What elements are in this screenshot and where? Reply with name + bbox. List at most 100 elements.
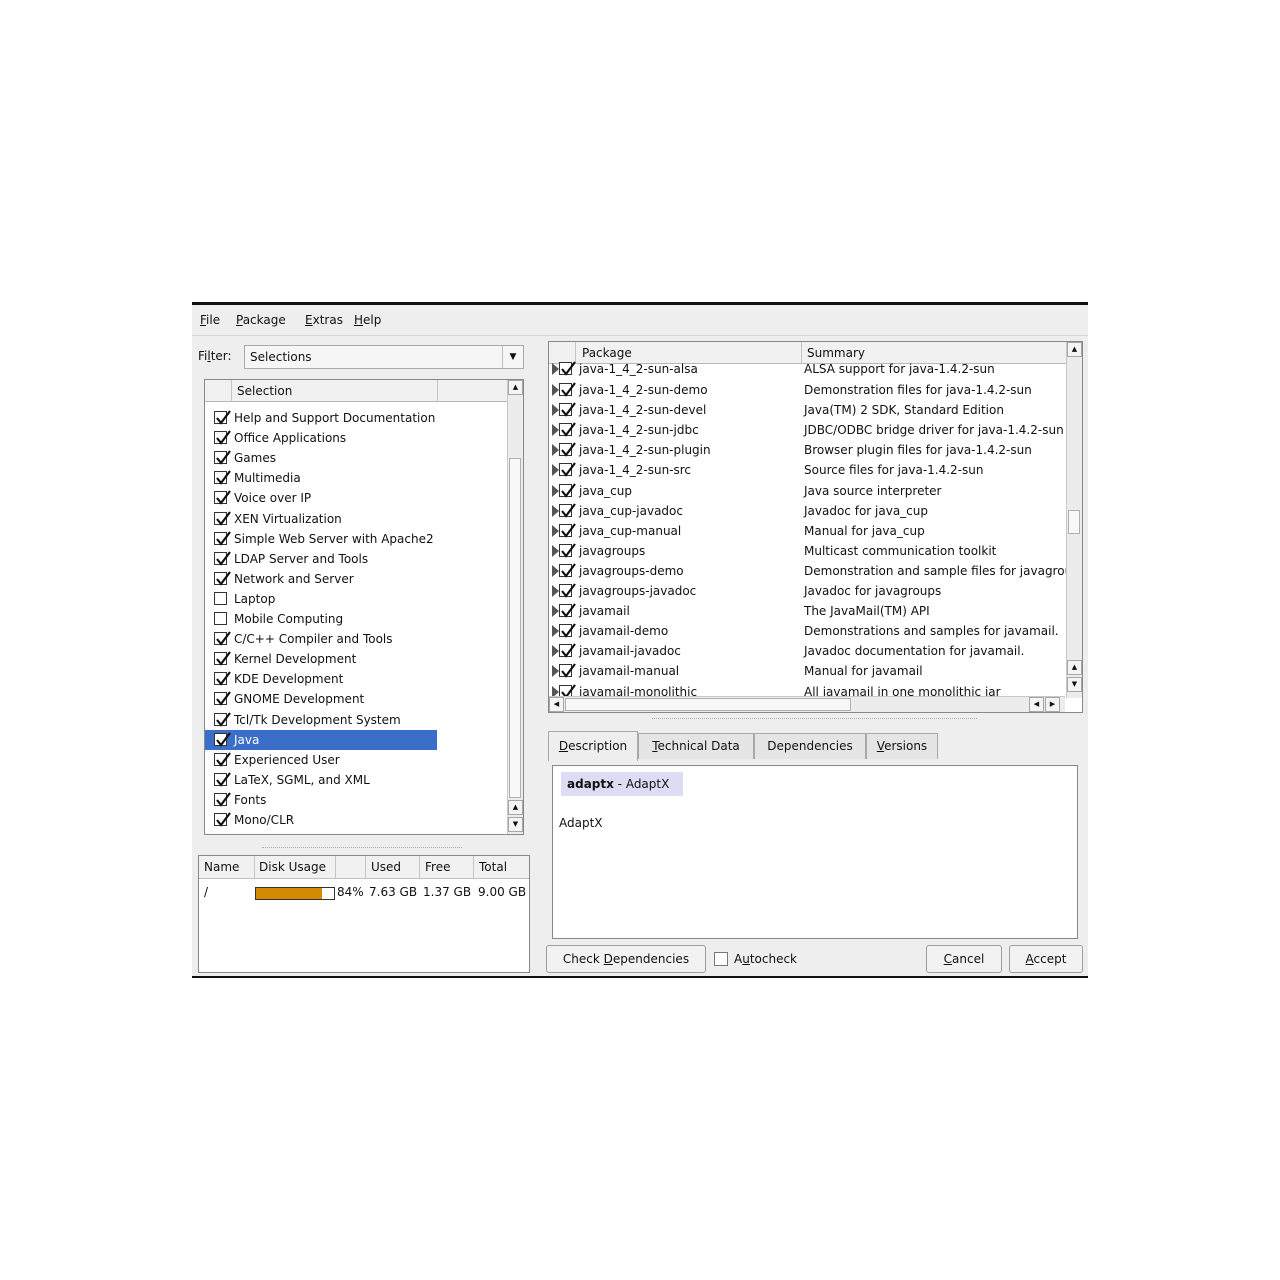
- scroll-left-icon[interactable]: ◀: [1029, 697, 1044, 712]
- selection-item[interactable]: Help and Support Documentation: [205, 408, 505, 428]
- selection-item[interactable]: Office Applications: [205, 428, 505, 448]
- selection-item[interactable]: Java: [205, 729, 505, 750]
- menu-file[interactable]: File: [200, 313, 220, 327]
- splitter-handle[interactable]: [652, 718, 977, 719]
- checkbox[interactable]: [214, 792, 231, 807]
- selection-item[interactable]: Laptop: [205, 589, 505, 609]
- package-row[interactable]: javagroups-demo Demonstration and sample …: [549, 561, 1072, 581]
- hscroll-thumb[interactable]: [565, 698, 851, 711]
- package-row[interactable]: java-1_4_2-sun-src Source files for java-…: [549, 460, 1065, 480]
- check-dependencies-button[interactable]: Check Dependencies: [546, 945, 706, 973]
- checkbox[interactable]: [214, 450, 231, 465]
- checkbox[interactable]: [214, 510, 231, 526]
- tab-technical-data[interactable]: Technical Data: [638, 733, 754, 759]
- checkbox[interactable]: [559, 402, 576, 417]
- checkbox[interactable]: [214, 571, 231, 586]
- checkbox[interactable]: [559, 663, 576, 679]
- checkbox[interactable]: [559, 543, 576, 558]
- checkbox[interactable]: [559, 563, 576, 578]
- scroll-down-icon[interactable]: ▼: [508, 817, 523, 832]
- checkbox[interactable]: [559, 462, 576, 478]
- selection-item[interactable]: Kernel Development: [205, 649, 505, 669]
- col-disk-usage[interactable]: Disk Usage: [259, 860, 326, 874]
- selection-item[interactable]: LaTeX, SGML, and XML: [205, 770, 505, 790]
- checkbox[interactable]: [559, 623, 576, 638]
- menu-package[interactable]: Package: [236, 313, 286, 327]
- checkbox[interactable]: [559, 361, 576, 376]
- package-row[interactable]: javamail-javadoc Javadoc documentation fo…: [549, 641, 1065, 661]
- selection-item[interactable]: GNOME Development: [205, 689, 505, 709]
- col-total[interactable]: Total: [479, 860, 507, 874]
- selection-item[interactable]: C/C++ Compiler and Tools: [205, 629, 505, 649]
- scrollbar-thumb[interactable]: [509, 458, 521, 798]
- checkbox[interactable]: [214, 691, 231, 707]
- col-summary[interactable]: Summary: [807, 346, 865, 360]
- checkbox[interactable]: [559, 442, 576, 458]
- selection-item[interactable]: Games: [205, 448, 505, 468]
- checkbox[interactable]: [214, 490, 231, 506]
- tab-dependencies[interactable]: Dependencies: [754, 733, 866, 759]
- selection-item[interactable]: Fonts: [205, 790, 505, 810]
- selection-item[interactable]: Voice over IP: [205, 488, 505, 508]
- package-row[interactable]: java_cup-manual Manual for java_cup: [549, 521, 1065, 541]
- checkbox[interactable]: [214, 591, 227, 605]
- checkbox[interactable]: [559, 603, 576, 618]
- splitter-handle[interactable]: [262, 847, 462, 848]
- package-row[interactable]: java-1_4_2-sun-alsa ALSA support for java…: [549, 359, 1065, 379]
- autocheck-checkbox[interactable]: [714, 952, 728, 966]
- package-row[interactable]: javagroups-javadoc Javadoc for javagroups: [549, 581, 1065, 601]
- checkbox[interactable]: [559, 502, 576, 518]
- cancel-button[interactable]: Cancel: [926, 945, 1002, 973]
- selection-scrollbar[interactable]: ▲ ▲ ▼: [507, 380, 523, 834]
- selection-item[interactable]: KDE Development: [205, 669, 505, 689]
- scroll-up-icon[interactable]: ▲: [1067, 342, 1082, 357]
- checkbox[interactable]: [559, 482, 576, 498]
- package-row[interactable]: java-1_4_2-sun-jdbc JDBC/ODBC bridge driv…: [549, 420, 1065, 440]
- package-row[interactable]: javamail-manual Manual for javamail: [549, 661, 1065, 681]
- selection-item[interactable]: Multimedia: [205, 468, 505, 488]
- package-row[interactable]: java-1_4_2-sun-devel Java(TM) 2 SDK, Stan…: [549, 400, 1065, 420]
- checkbox[interactable]: [214, 772, 231, 787]
- checkbox[interactable]: [559, 382, 576, 397]
- tab-versions[interactable]: Versions: [866, 733, 938, 759]
- package-row[interactable]: javagroups Multicast communication toolki…: [549, 541, 1065, 561]
- chevron-down-icon[interactable]: ▼: [502, 346, 523, 368]
- checkbox[interactable]: [214, 812, 231, 827]
- scroll-right-icon[interactable]: ▶: [1045, 697, 1060, 712]
- col-package[interactable]: Package: [582, 346, 632, 360]
- selection-item[interactable]: Tcl/Tk Development System: [205, 710, 505, 730]
- checkbox[interactable]: [559, 583, 576, 598]
- package-row[interactable]: java_cup Java source interpreter: [549, 481, 1065, 501]
- selection-item[interactable]: Experienced User: [205, 750, 505, 770]
- checkbox[interactable]: [559, 422, 576, 437]
- checkbox[interactable]: [214, 711, 231, 727]
- accept-button[interactable]: Accept: [1009, 945, 1083, 973]
- filter-combobox[interactable]: Selections ▼: [244, 345, 524, 369]
- checkbox[interactable]: [214, 731, 231, 747]
- checkbox[interactable]: [214, 631, 231, 646]
- checkbox[interactable]: [214, 612, 227, 625]
- package-scrollbar[interactable]: ▲ ▲ ▼: [1066, 342, 1082, 698]
- tab-description[interactable]: Description: [548, 731, 638, 761]
- checkbox[interactable]: [214, 651, 231, 666]
- package-row[interactable]: javamail-demo Demonstrations and samples …: [549, 621, 1065, 641]
- checkbox[interactable]: [214, 752, 231, 767]
- scroll-up-icon[interactable]: ▲: [508, 800, 523, 815]
- selection-item[interactable]: Mobile Computing: [205, 609, 505, 629]
- selection-item[interactable]: LDAP Server and Tools: [205, 549, 505, 569]
- menu-extras[interactable]: Extras: [305, 313, 343, 327]
- checkbox[interactable]: [214, 530, 231, 546]
- selection-item[interactable]: XEN Virtualization: [205, 509, 505, 529]
- scroll-up-icon[interactable]: ▲: [508, 380, 523, 395]
- checkbox[interactable]: [214, 430, 231, 445]
- col-name[interactable]: Name: [204, 860, 239, 874]
- menu-help[interactable]: Help: [354, 313, 381, 327]
- checkbox[interactable]: [214, 551, 231, 566]
- checkbox[interactable]: [214, 410, 231, 425]
- scroll-down-icon[interactable]: ▼: [1067, 677, 1082, 692]
- col-free[interactable]: Free: [425, 860, 450, 874]
- package-row[interactable]: java-1_4_2-sun-plugin Browser plugin file…: [549, 440, 1065, 460]
- checkbox[interactable]: [214, 470, 231, 486]
- package-hscrollbar[interactable]: ◀ ◀ ▶: [549, 696, 1065, 712]
- selection-column-header[interactable]: Selection: [237, 384, 292, 398]
